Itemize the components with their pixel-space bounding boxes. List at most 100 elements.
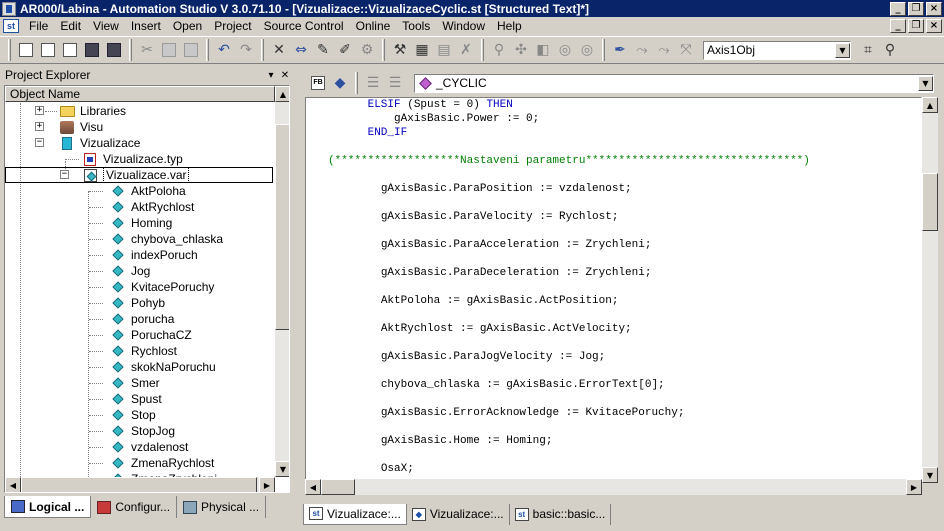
scroll-thumb[interactable] [21, 477, 257, 492]
open-button[interactable] [59, 39, 81, 61]
column-header-object-name[interactable]: Object Name [5, 86, 275, 102]
code-line[interactable] [328, 420, 921, 434]
menu-project[interactable]: Project [208, 19, 257, 33]
tab-basic[interactable]: st basic::basic... [510, 503, 612, 525]
binoculars-button[interactable]: ⌗ [857, 39, 879, 61]
axis-object-select[interactable]: Axis1Obj ▼ [703, 40, 851, 60]
tree-item-libraries[interactable]: + Libraries [5, 103, 275, 119]
monitor-button[interactable]: ▤ [433, 39, 455, 61]
paste-button[interactable] [180, 39, 202, 61]
child-close-button[interactable]: × [926, 19, 942, 33]
outdent-button[interactable]: ☰ [384, 72, 406, 94]
tree-item-variable[interactable]: skokNaPoruchu [5, 359, 275, 375]
copy-button[interactable] [158, 39, 180, 61]
tab-logical-view[interactable]: Logical ... [4, 496, 92, 518]
menu-view[interactable]: View [87, 19, 125, 33]
child-minimize-button[interactable]: _ [890, 19, 906, 33]
tree-item-visu[interactable]: + Visu [5, 119, 275, 135]
scroll-right-icon[interactable]: ▶ [259, 477, 275, 492]
code-line[interactable] [328, 308, 921, 322]
code-line[interactable]: chybova_chlaska := gAxisBasic.ErrorText[… [328, 378, 921, 392]
scroll-left-icon[interactable]: ◀ [5, 477, 21, 492]
find-button[interactable]: ⚲ [879, 39, 901, 61]
menu-window[interactable]: Window [436, 19, 491, 33]
scroll-up-icon[interactable]: ▲ [922, 97, 938, 113]
menu-insert[interactable]: Insert [125, 19, 167, 33]
document-icon[interactable]: st [3, 19, 19, 33]
axis-run-button[interactable]: ✒ [609, 39, 631, 61]
tree-item-variable[interactable]: Pohyb [5, 295, 275, 311]
tree-item-vizualizace-var[interactable]: − Vizualizace.var [5, 167, 273, 183]
tree-item-variable[interactable]: Jog [5, 263, 275, 279]
code-line[interactable] [328, 140, 921, 154]
code-line[interactable]: AktRychlost := gAxisBasic.ActVelocity; [328, 322, 921, 336]
restore-button[interactable]: ❐ [908, 1, 924, 16]
code-line[interactable]: gAxisBasic.ParaJogVelocity := Jog; [328, 350, 921, 364]
code-line[interactable]: (*******************Nastaveni parametru*… [328, 154, 921, 168]
move-button[interactable]: ⇔ [290, 39, 312, 61]
debug-button[interactable]: ✣ [510, 39, 532, 61]
tab-vizualizace-cyclic[interactable]: st Vizualizace:... [303, 503, 407, 525]
menu-help[interactable]: Help [491, 19, 528, 33]
scroll-down-icon[interactable]: ▼ [922, 467, 938, 483]
scroll-thumb[interactable] [922, 173, 938, 231]
axis-trace-button[interactable]: ⤳ [631, 39, 653, 61]
menu-edit[interactable]: Edit [54, 19, 87, 33]
code-content[interactable]: ELSIF (Spust = 0) THEN gAxisBasic.Power … [328, 98, 921, 476]
code-line[interactable]: ELSIF (Spust = 0) THEN [328, 98, 921, 112]
tree-item-variable[interactable]: Rychlost [5, 343, 275, 359]
code-line[interactable] [328, 364, 921, 378]
chevron-down-icon[interactable]: ▼ [918, 75, 933, 91]
code-line[interactable]: gAxisBasic.ParaAcceleration := Zrychleni… [328, 238, 921, 252]
indent-button[interactable]: ☰ [362, 72, 384, 94]
menu-file[interactable]: File [23, 19, 54, 33]
step-button[interactable]: ◎ [576, 39, 598, 61]
code-line[interactable] [328, 336, 921, 350]
expand-icon[interactable]: + [35, 106, 44, 115]
code-line[interactable] [328, 280, 921, 294]
save-all-button[interactable] [103, 39, 125, 61]
code-line[interactable]: gAxisBasic.Home := Homing; [328, 434, 921, 448]
tree-item-variable[interactable]: AktPoloha [5, 183, 275, 199]
code-line[interactable] [328, 224, 921, 238]
tree-item-variable[interactable]: PoruchaCZ [5, 327, 275, 343]
tab-vizualizace-var[interactable]: ◆ Vizualizace:... [407, 503, 510, 525]
code-line[interactable]: END_IF [328, 126, 921, 140]
build-button[interactable]: ⚒ [389, 39, 411, 61]
save-button[interactable] [81, 39, 103, 61]
explorer-horizontal-scrollbar[interactable]: ◀ ▶ [5, 477, 275, 492]
code-line[interactable] [328, 448, 921, 462]
tree-item-variable[interactable]: vzdalenost [5, 439, 275, 455]
menu-tools[interactable]: Tools [396, 19, 436, 33]
collapse-icon[interactable]: − [60, 170, 69, 179]
tree-view[interactable]: Object Name + Libraries + Visu − Vizuali… [4, 85, 290, 493]
code-line[interactable]: gAxisBasic.ParaPosition := vzdalenost; [328, 182, 921, 196]
variable-button[interactable]: ◆ [329, 72, 351, 94]
code-line[interactable]: OsaX; [328, 462, 921, 476]
breakpoint-button[interactable]: ◎ [554, 39, 576, 61]
properties-button[interactable]: ✐ [334, 39, 356, 61]
cut-button[interactable]: ✂ [136, 39, 158, 61]
tab-configuration-view[interactable]: Configur... [91, 496, 178, 518]
minimize-button[interactable]: _ [890, 1, 906, 16]
code-text-area[interactable]: ELSIF (Spust = 0) THEN gAxisBasic.Power … [305, 97, 922, 483]
new-object-button[interactable] [37, 39, 59, 61]
axis-test-button[interactable]: ⤳ [653, 39, 675, 61]
collapse-icon[interactable]: − [35, 138, 44, 147]
tree-item-variable[interactable]: Stop [5, 407, 275, 423]
tree-item-variable[interactable]: porucha [5, 311, 275, 327]
tree-item-variable[interactable]: StopJog [5, 423, 275, 439]
tab-physical-view[interactable]: Physical ... [177, 496, 267, 518]
tree-item-vizualizace-typ[interactable]: Vizualizace.typ [5, 151, 275, 167]
menu-source-control[interactable]: Source Control [258, 19, 350, 33]
code-line[interactable] [328, 252, 921, 266]
toolbar-grip[interactable] [8, 39, 11, 61]
new-file-button[interactable] [15, 39, 37, 61]
code-line[interactable] [328, 392, 921, 406]
tree-item-variable[interactable]: Homing [5, 215, 275, 231]
tree-item-variable[interactable]: Smer [5, 375, 275, 391]
pane-menu-icon[interactable]: ▾ [264, 70, 278, 81]
explorer-vertical-scrollbar[interactable]: ▲ ▼ [275, 86, 289, 477]
menu-open[interactable]: Open [167, 19, 208, 33]
axis-stop-button[interactable]: ⤧ [675, 39, 697, 61]
